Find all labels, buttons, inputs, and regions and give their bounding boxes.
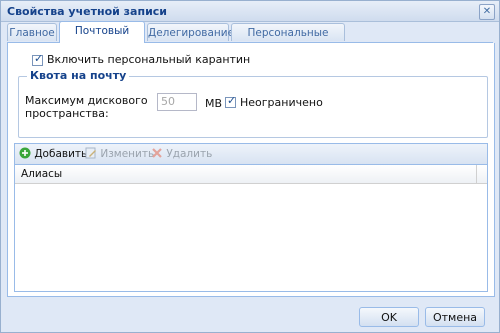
quota-unit: MB (205, 97, 223, 110)
ok-button[interactable]: OK (359, 307, 419, 327)
tab-delegation[interactable]: Делегирование (147, 23, 234, 41)
quarantine-checkbox[interactable]: ✓ (32, 52, 44, 66)
edit-button[interactable]: Изменить (85, 147, 154, 161)
mailbox-panel: ✓ Включить персональный карантин Квота н… (7, 43, 495, 297)
add-button[interactable]: Добавить (19, 147, 87, 161)
close-icon[interactable]: ✕ (479, 4, 495, 20)
aliases-grid: Добавить Изменить Удалить Алиасы (14, 143, 488, 292)
tab-mailbox[interactable]: Почтовый ящик (59, 21, 145, 55)
unlimited-checkbox[interactable]: ✓ (225, 94, 237, 108)
quota-size-input[interactable]: 50 (157, 93, 197, 111)
column-divider (476, 165, 477, 183)
window-titlebar: Свойства учетной записи ✕ (1, 1, 499, 22)
dialog-footer: OK Отмена (1, 297, 499, 332)
tab-general[interactable]: Главное (7, 23, 57, 41)
account-properties-window: Свойства учетной записи ✕ Главное Почтов… (0, 0, 500, 333)
checkmark-icon: ✓ (34, 52, 44, 65)
quarantine-label: Включить персональный карантин (47, 53, 251, 66)
edit-icon (85, 147, 96, 159)
tab-strip: Главное Почтовый ящик Делегирование Перс… (7, 21, 493, 57)
quota-fieldset: Квота на почту Максимум дискового простр… (18, 69, 488, 138)
delete-button[interactable]: Удалить (151, 147, 212, 161)
cancel-button[interactable]: Отмена (425, 307, 485, 327)
aliases-column-label: Алиасы (21, 168, 63, 180)
delete-icon (152, 148, 162, 158)
checkmark-icon: ✓ (227, 94, 237, 107)
add-icon (19, 147, 31, 159)
tab-personal-data[interactable]: Персональные данные (231, 23, 345, 57)
aliases-column-header[interactable]: Алиасы (15, 165, 487, 184)
add-label: Добавить (34, 148, 88, 160)
aliases-toolbar: Добавить Изменить Удалить (15, 144, 487, 165)
quota-legend: Квота на почту (27, 69, 130, 82)
max-disk-label-line2: пространства: (25, 107, 109, 120)
edit-label: Изменить (100, 148, 155, 160)
unlimited-label: Неограничено (240, 96, 323, 109)
delete-label: Удалить (166, 148, 213, 160)
max-disk-label-line1: Максимум дискового (25, 94, 148, 107)
window-title: Свойства учетной записи (7, 5, 168, 18)
